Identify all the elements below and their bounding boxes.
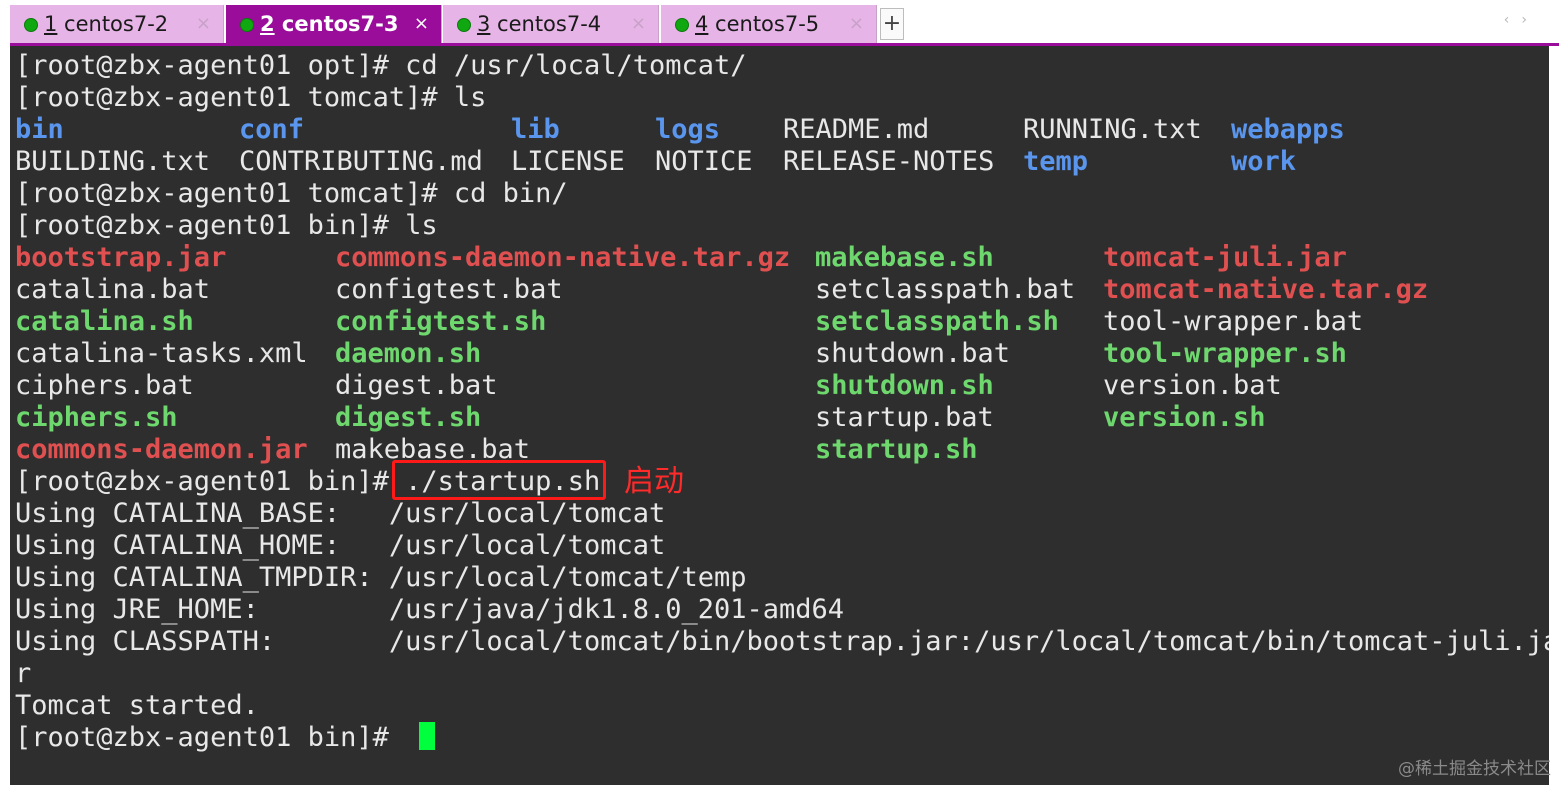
file-entry: tomcat-juli.jar — [1103, 242, 1347, 273]
file-entry: NOTICE — [655, 146, 753, 177]
session-connected-icon — [240, 18, 254, 32]
file-entry: shutdown.bat — [815, 338, 1011, 369]
tab-centos7-5[interactable]: 4 centos7-5 × — [661, 5, 877, 43]
terminal-line: [root@zbx-agent01 bin]# ls — [15, 210, 438, 241]
file-entry: CONTRIBUTING.md — [239, 146, 483, 177]
terminal-line: Tomcat started. — [15, 690, 259, 721]
dir-entry: conf — [239, 114, 305, 145]
shell-prompt: [root@zbx-agent01 bin]# — [15, 466, 406, 497]
file-entry: tool-wrapper.sh — [1103, 338, 1347, 369]
tab-centos7-4[interactable]: 3 centos7-4 × — [443, 5, 659, 43]
file-entry: setclasspath.bat — [815, 274, 1076, 305]
file-entry: shutdown.sh — [815, 370, 994, 401]
file-entry: README.md — [783, 114, 930, 145]
tab-label: 2 centos7-3 — [260, 12, 399, 36]
terminal-line: r — [15, 658, 32, 689]
file-entry: catalina-tasks.xml — [15, 338, 308, 369]
file-entry: bootstrap.jar — [15, 242, 227, 273]
terminal-line: Using CATALINA_TMPDIR: /usr/local/tomcat… — [15, 562, 747, 593]
tab-bar: 1 centos7-2 × 2 centos7-3 × 3 centos7-4 … — [0, 0, 1559, 46]
file-entry: catalina.bat — [15, 274, 211, 305]
file-entry: setclasspath.sh — [815, 306, 1059, 337]
session-connected-icon — [457, 18, 471, 32]
tab-label: 1 centos7-2 — [44, 12, 169, 36]
ls-row: ciphers.sh digest.sh startup.bat version… — [15, 402, 1515, 434]
annotation-label: 启动 — [624, 464, 684, 499]
file-entry: version.sh — [1103, 402, 1266, 433]
file-entry: startup.bat — [815, 402, 994, 433]
close-icon[interactable]: × — [196, 5, 211, 43]
shell-prompt: [root@zbx-agent01 bin]# — [15, 722, 406, 753]
terminal-line: [root@zbx-agent01 tomcat]# ls — [15, 82, 487, 113]
ls-row: catalina.bat configtest.bat setclasspath… — [15, 274, 1515, 306]
ls-row: catalina-tasks.xml daemon.sh shutdown.ba… — [15, 338, 1515, 370]
file-entry: configtest.sh — [335, 306, 547, 337]
terminal-line: [root@zbx-agent01 bin]# — [15, 722, 436, 754]
watermark: @稀土掘金技术社区 — [1398, 759, 1551, 779]
terminal-line: Using CATALINA_HOME: /usr/local/tomcat — [15, 530, 666, 561]
session-connected-icon — [675, 18, 689, 32]
dir-entry: logs — [655, 114, 721, 145]
tab-scroll-arrows-icon[interactable]: ‹› — [1504, 12, 1539, 28]
tab-label: 4 centos7-5 — [695, 12, 820, 36]
file-entry: makebase.sh — [815, 242, 994, 273]
file-entry: tomcat-native.tar.gz — [1103, 274, 1429, 305]
file-entry: daemon.sh — [335, 338, 482, 369]
file-entry: commons-daemon.jar — [15, 434, 308, 465]
ls-row: catalina.sh configtest.sh setclasspath.s… — [15, 306, 1515, 338]
ls-row: bootstrap.jar commons-daemon-native.tar.… — [15, 242, 1515, 274]
dir-entry: bin — [15, 114, 64, 145]
file-entry: startup.sh — [815, 434, 978, 465]
file-entry: digest.bat — [335, 370, 498, 401]
tab-label: 3 centos7-4 — [477, 12, 602, 36]
close-icon[interactable]: × — [849, 5, 864, 43]
file-entry: digest.sh — [335, 402, 482, 433]
file-entry: BUILDING.txt — [15, 146, 211, 177]
dir-entry: work — [1231, 146, 1297, 177]
dir-entry: webapps — [1231, 114, 1345, 145]
file-entry: RUNNING.txt — [1023, 114, 1202, 145]
terminal-pane[interactable]: [root@zbx-agent01 opt]# cd /usr/local/to… — [10, 46, 1549, 785]
file-entry: ciphers.bat — [15, 370, 194, 401]
terminal-cursor — [419, 722, 436, 750]
close-icon[interactable]: × — [631, 5, 646, 43]
ls-row: BUILDING.txt CONTRIBUTING.md LICENSE NOT… — [15, 146, 1415, 178]
file-entry: ciphers.sh — [15, 402, 178, 433]
file-entry: catalina.sh — [15, 306, 194, 337]
tab-centos7-3[interactable]: 2 centos7-3 × — [226, 5, 442, 43]
command-highlight-box — [392, 460, 606, 500]
ls-row: bin conf lib logs README.md RUNNING.txt … — [15, 114, 1415, 146]
tab-centos7-2[interactable]: 1 centos7-2 × — [10, 5, 224, 43]
ls-row: commons-daemon.jar makebase.bat startup.… — [15, 434, 1515, 466]
terminal-line: [root@zbx-agent01 opt]# cd /usr/local/to… — [15, 50, 747, 81]
file-entry: tool-wrapper.bat — [1103, 306, 1364, 337]
session-connected-icon — [24, 18, 38, 32]
file-entry: configtest.bat — [335, 274, 563, 305]
terminal-line: Using CATALINA_BASE: /usr/local/tomcat — [15, 498, 666, 529]
terminal-line: Using CLASSPATH: /usr/local/tomcat/bin/b… — [15, 626, 1549, 657]
file-entry: LICENSE — [511, 146, 625, 177]
file-entry: version.bat — [1103, 370, 1282, 401]
file-entry: RELEASE-NOTES — [783, 146, 995, 177]
file-entry: commons-daemon-native.tar.gz — [335, 242, 791, 273]
new-tab-button[interactable]: + — [880, 8, 904, 40]
dir-entry: lib — [511, 114, 560, 145]
ls-row: ciphers.bat digest.bat shutdown.sh versi… — [15, 370, 1515, 402]
terminal-line: Using JRE_HOME: /usr/java/jdk1.8.0_201-a… — [15, 594, 845, 625]
dir-entry: temp — [1023, 146, 1089, 177]
terminal-line: [root@zbx-agent01 tomcat]# cd bin/ — [15, 178, 568, 209]
close-icon[interactable]: × — [414, 5, 429, 43]
